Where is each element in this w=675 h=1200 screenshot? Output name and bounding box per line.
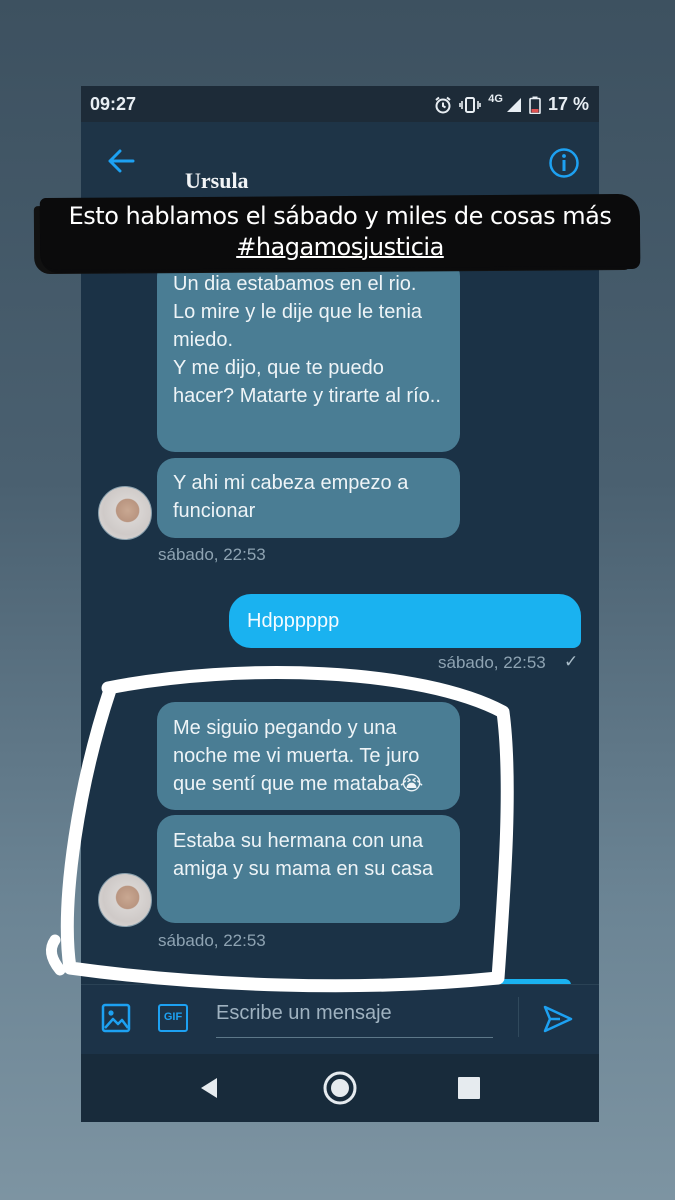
- image-icon[interactable]: [101, 1003, 131, 1033]
- message-input[interactable]: Escribe un mensaje: [216, 1002, 392, 1025]
- send-icon[interactable]: [542, 1004, 574, 1034]
- caption-hashtag: #hagamosjusticia: [236, 233, 444, 261]
- gif-label: GIF: [163, 1011, 183, 1023]
- recents-square-icon[interactable]: [458, 1077, 480, 1099]
- caption-text: Esto hablamos el sábado y miles de cosas…: [68, 202, 612, 230]
- status-time: 09:27: [90, 94, 137, 114]
- vibrate-icon: [459, 96, 482, 113]
- read-check-icon: ✓: [564, 652, 579, 671]
- message-bubble-outgoing[interactable]: Hdpppppp: [229, 594, 581, 648]
- alarm-icon: [435, 96, 451, 113]
- message-bubble-incoming[interactable]: Estaba su hermana con una amiga y su mam…: [157, 815, 460, 923]
- message-bubble-incoming[interactable]: Y ahi mi cabeza empezo a funcionar: [157, 458, 460, 538]
- arrow-left-icon[interactable]: [107, 148, 135, 174]
- home-circle-icon[interactable]: [322, 1070, 358, 1106]
- contact-avatar[interactable]: [98, 486, 152, 540]
- message-bubble-incoming[interactable]: Un dia estabamos en el rio. Lo mire y le…: [157, 258, 460, 452]
- network-type: 4G: [488, 92, 503, 105]
- contact-avatar[interactable]: [98, 873, 152, 927]
- status-bar: 09:27 4G 17 %: [81, 86, 599, 122]
- battery-percent: 17 %: [547, 94, 589, 114]
- battery-icon: [529, 96, 541, 114]
- input-underline: [216, 1037, 493, 1038]
- composer-divider: [518, 997, 519, 1037]
- gif-button[interactable]: GIF: [158, 1004, 188, 1032]
- message-bubble-incoming[interactable]: Me siguio pegando y una noche me vi muer…: [157, 702, 460, 810]
- info-icon[interactable]: [548, 147, 580, 179]
- back-triangle-icon[interactable]: [197, 1076, 221, 1100]
- status-icons: 4G 17 %: [434, 92, 589, 115]
- message-timestamp: sábado, 22:53: [158, 931, 266, 950]
- contact-name: Ursula: [185, 168, 249, 193]
- message-timestamp: sábado, 22:53: [438, 653, 546, 672]
- message-timestamp: sábado, 22:53: [158, 545, 266, 564]
- signal-icon: [506, 97, 521, 112]
